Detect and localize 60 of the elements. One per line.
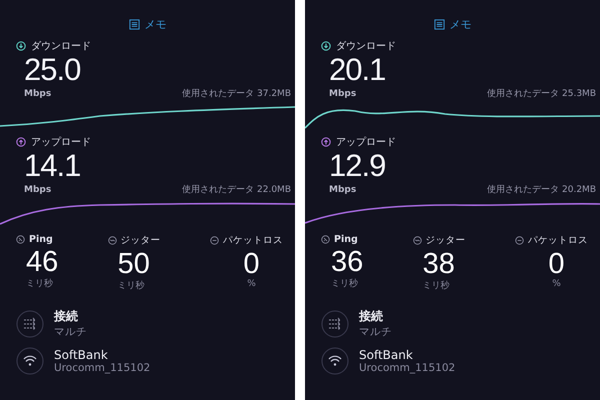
- data-used: 使用されたデータ 25.3MB: [487, 88, 596, 100]
- wifi-icon: [321, 347, 349, 375]
- metric-label: パケットロス: [528, 234, 588, 247]
- metric-value: 46: [25, 247, 58, 277]
- network-provider: SoftBank: [359, 348, 414, 362]
- metric-value: 0: [242, 249, 260, 279]
- speed-unit: Mbps: [329, 89, 356, 99]
- metric-value: 38: [422, 249, 455, 279]
- network-provider: SoftBank: [54, 348, 109, 362]
- connections-icon: [16, 310, 44, 338]
- speed-unit: Mbps: [24, 185, 52, 195]
- metric-label: パケットロス: [222, 234, 283, 247]
- data-used: 使用されたデータ 20.2MB: [487, 184, 596, 196]
- wifi-icon: [16, 347, 44, 375]
- data-used: 使用されたデータ 37.2MB: [182, 88, 291, 100]
- packet-loss-icon: [514, 236, 524, 245]
- up-arrow-icon: [16, 137, 26, 147]
- metric-value: 0: [547, 249, 565, 279]
- memo-button[interactable]: メモ: [430, 15, 476, 34]
- note-icon: [128, 19, 140, 30]
- metric-label: ジッター: [426, 234, 466, 247]
- metric-label: Ping: [334, 234, 358, 245]
- metric-value: 50: [116, 249, 150, 279]
- metric-value: 36: [330, 247, 364, 277]
- connection-label: 接続: [54, 308, 79, 325]
- metric-unit: ミリ秒: [422, 280, 450, 292]
- speed-value: 20.1: [328, 53, 386, 87]
- speed-unit: Mbps: [24, 89, 52, 99]
- metric-label: ジッター: [120, 234, 161, 247]
- memo-button[interactable]: メモ: [124, 15, 170, 34]
- metric-unit: ミリ秒: [330, 278, 358, 290]
- ping-icon: [321, 235, 330, 244]
- ping-icon: [16, 235, 25, 244]
- section-label: ダウンロード: [336, 40, 396, 53]
- up-arrow-icon: [321, 137, 331, 147]
- connection-value: マルチ: [54, 325, 87, 339]
- speed-unit: Mbps: [329, 185, 356, 195]
- jitter-icon: [412, 236, 422, 245]
- connections-icon: [321, 310, 349, 338]
- network-name: Urocomm_115102: [54, 362, 150, 374]
- note-icon: [434, 19, 444, 30]
- section-label: アップロード: [31, 136, 91, 149]
- connection-label: 接続: [359, 308, 384, 325]
- metric-unit: ミリ秒: [116, 280, 145, 292]
- connection-value: マルチ: [359, 325, 392, 339]
- speed-value: 12.9: [328, 149, 386, 183]
- data-used: 使用されたデータ 22.0MB: [182, 184, 291, 196]
- metric-unit: %: [551, 279, 561, 289]
- section-label: アップロード: [336, 136, 396, 149]
- speed-value: 25.0: [23, 53, 82, 87]
- network-name: Urocomm_115102: [359, 362, 456, 374]
- down-arrow-icon: [321, 41, 331, 51]
- section-label: ダウンロード: [31, 40, 91, 53]
- metric-label: Ping: [29, 234, 53, 245]
- metric-unit: %: [246, 279, 256, 289]
- packet-loss-icon: [210, 236, 219, 245]
- metric-unit: ミリ秒: [25, 278, 53, 290]
- speed-value: 14.1: [23, 149, 82, 183]
- down-arrow-icon: [16, 41, 26, 51]
- jitter-icon: [108, 236, 117, 245]
